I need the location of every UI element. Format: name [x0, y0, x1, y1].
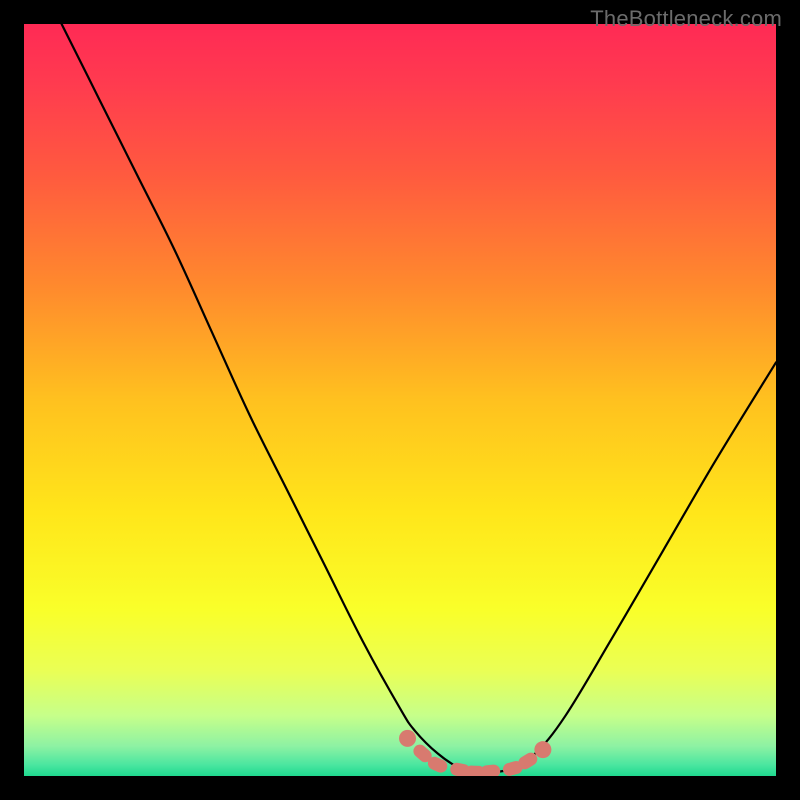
watermark-text: TheBottleneck.com	[590, 6, 782, 32]
gradient-background	[24, 24, 776, 776]
chart-canvas	[24, 24, 776, 776]
range-endpoint-dot	[399, 730, 416, 747]
chart-svg	[24, 24, 776, 776]
range-endpoint-dot	[534, 741, 551, 758]
